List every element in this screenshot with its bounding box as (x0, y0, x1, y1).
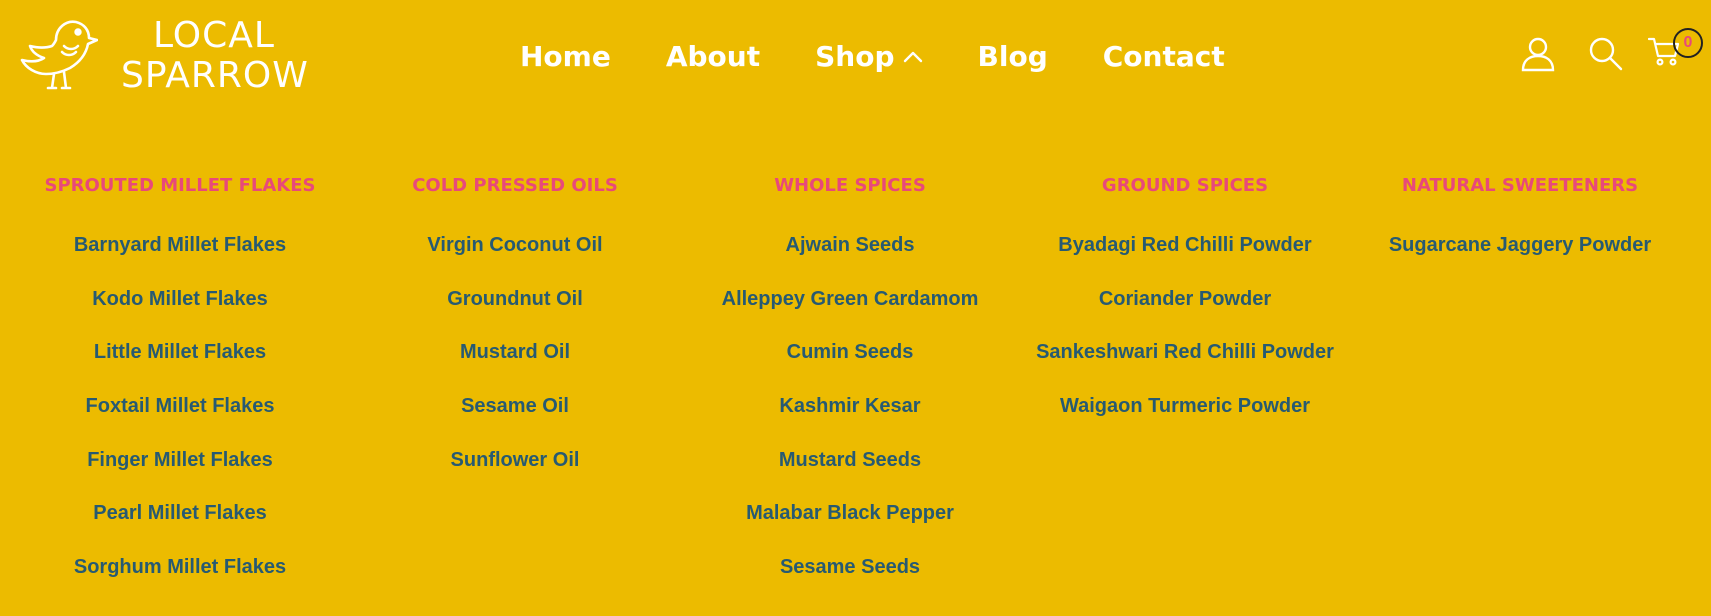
menu-link[interactable]: Pearl Millet Flakes (10, 486, 350, 540)
user-icon[interactable] (1520, 36, 1556, 72)
menu-column-title[interactable]: NATURAL SWEETENERS (1350, 160, 1690, 212)
site-header: LOCAL SPARROW Home About Shop Blog Conta… (0, 0, 1711, 115)
menu-column-list: Barnyard Millet Flakes Kodo Millet Flake… (10, 218, 350, 594)
brand-line1: LOCAL (153, 15, 275, 56)
menu-link[interactable]: Sesame Oil (345, 379, 685, 433)
menu-column-cold-pressed-oils: COLD PRESSED OILS Virgin Coconut Oil Gro… (345, 160, 685, 486)
menu-column-natural-sweeteners: NATURAL SWEETENERS Sugarcane Jaggery Pow… (1350, 160, 1690, 272)
shop-mega-menu: SPROUTED MILLET FLAKES Barnyard Millet F… (0, 160, 1711, 600)
brand-logo[interactable]: LOCAL SPARROW (18, 16, 308, 96)
menu-column-list: Byadagi Red Chilli Powder Coriander Powd… (1015, 218, 1355, 433)
menu-link[interactable]: Waigaon Turmeric Powder (1015, 379, 1355, 433)
menu-column-title[interactable]: SPROUTED MILLET FLAKES (10, 160, 350, 212)
menu-link[interactable]: Mustard Oil (345, 325, 685, 379)
menu-column-title[interactable]: GROUND SPICES (1015, 160, 1355, 212)
menu-link[interactable]: Sesame Seeds (680, 540, 1020, 594)
menu-link[interactable]: Foxtail Millet Flakes (10, 379, 350, 433)
menu-link[interactable]: Ajwain Seeds (680, 218, 1020, 272)
menu-link[interactable]: Cumin Seeds (680, 325, 1020, 379)
menu-column-list: Ajwain Seeds Alleppey Green Cardamom Cum… (680, 218, 1020, 594)
menu-link[interactable]: Little Millet Flakes (10, 325, 350, 379)
nav-blog[interactable]: Blog (978, 34, 1048, 80)
menu-column-whole-spices: WHOLE SPICES Ajwain Seeds Alleppey Green… (680, 160, 1020, 594)
menu-column-list: Virgin Coconut Oil Groundnut Oil Mustard… (345, 218, 685, 486)
menu-link[interactable]: Sugarcane Jaggery Powder (1350, 218, 1690, 272)
menu-link[interactable]: Sankeshwari Red Chilli Powder (1015, 325, 1355, 379)
brand-wordmark: LOCAL SPARROW (103, 16, 309, 96)
nav-home[interactable]: Home (520, 34, 611, 80)
menu-link[interactable]: Finger Millet Flakes (10, 433, 350, 487)
menu-link[interactable]: Malabar Black Pepper (680, 486, 1020, 540)
menu-link[interactable]: Virgin Coconut Oil (345, 218, 685, 272)
menu-link[interactable]: Sorghum Millet Flakes (10, 540, 350, 594)
menu-link[interactable]: Sunflower Oil (345, 433, 685, 487)
nav-contact[interactable]: Contact (1103, 34, 1225, 80)
search-icon[interactable] (1588, 36, 1624, 72)
cart-count-badge: 0 (1673, 28, 1703, 58)
menu-link[interactable]: Kashmir Kesar (680, 379, 1020, 433)
menu-column-sprouted-millet-flakes: SPROUTED MILLET FLAKES Barnyard Millet F… (10, 160, 350, 594)
nav-shop[interactable]: Shop (815, 34, 922, 80)
main-nav: Home About Shop Blog Contact (520, 34, 1225, 80)
menu-column-ground-spices: GROUND SPICES Byadagi Red Chilli Powder … (1015, 160, 1355, 433)
menu-link[interactable]: Barnyard Millet Flakes (10, 218, 350, 272)
menu-link[interactable]: Coriander Powder (1015, 272, 1355, 326)
brand-line2: SPARROW (121, 55, 309, 96)
header-actions: 0 (1520, 28, 1710, 88)
menu-link[interactable]: Groundnut Oil (345, 272, 685, 326)
menu-link[interactable]: Mustard Seeds (680, 433, 1020, 487)
menu-column-title[interactable]: COLD PRESSED OILS (345, 160, 685, 212)
menu-link[interactable]: Alleppey Green Cardamom (680, 272, 1020, 326)
menu-link[interactable]: Byadagi Red Chilli Powder (1015, 218, 1355, 272)
menu-column-title[interactable]: WHOLE SPICES (680, 160, 1020, 212)
nav-shop-label: Shop (815, 40, 895, 73)
menu-column-list: Sugarcane Jaggery Powder (1350, 218, 1690, 272)
sparrow-bird-icon (20, 20, 98, 90)
chevron-up-icon (903, 51, 922, 63)
nav-about[interactable]: About (666, 34, 760, 80)
menu-link[interactable]: Kodo Millet Flakes (10, 272, 350, 326)
